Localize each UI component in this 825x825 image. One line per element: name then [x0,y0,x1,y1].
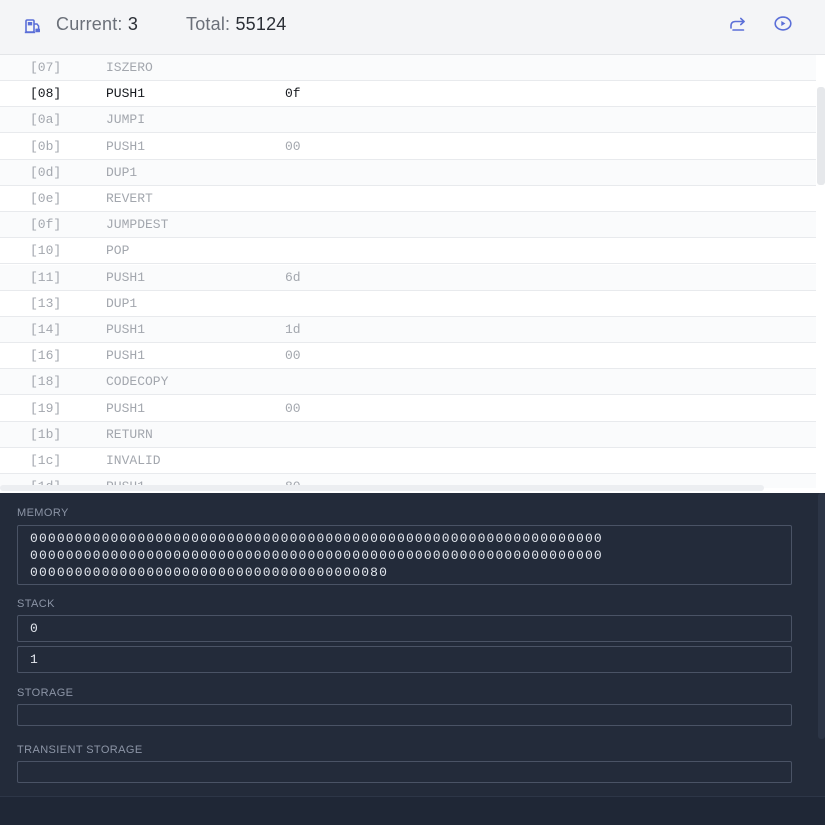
stack-item: 0 [17,615,792,642]
instruction-row[interactable]: [13] DUP1 [0,291,816,317]
panel-footer [0,796,825,825]
instruction-argument: 1d [285,322,301,337]
instruction-row[interactable]: [18] CODECOPY [0,369,816,395]
current-gas: Current: 3 [56,14,138,35]
instruction-address: [0e] [30,191,62,206]
play-circle-icon [774,16,792,31]
instruction-row[interactable]: [0b] PUSH1 00 [0,134,816,160]
instruction-address: [16] [30,348,62,363]
instruction-row[interactable]: [1c] INVALID [0,448,816,474]
total-gas-value: 55124 [235,14,287,34]
current-gas-label: Current: [56,14,123,34]
replay-button[interactable] [728,14,748,34]
instruction-row[interactable]: [0d] DUP1 [0,160,816,186]
instruction-opcode: JUMPI [106,112,146,127]
instruction-row[interactable]: [19] PUSH1 00 [0,396,816,422]
instruction-opcode: INVALID [106,453,161,468]
instruction-row[interactable]: [07] ISZERO [0,55,816,81]
transient-storage-label: TRANSIENT STORAGE [17,744,143,756]
gas-header: Current: 3 Total: 55124 [0,0,825,55]
instruction-opcode: DUP1 [106,165,138,180]
instruction-opcode: PUSH1 [106,139,146,154]
current-gas-value: 3 [127,14,139,34]
replay-icon [730,17,745,31]
storage-label: STORAGE [17,687,74,699]
instruction-row[interactable]: [08] PUSH1 0f [0,81,816,107]
instruction-address: [10] [30,243,62,258]
instruction-address: [13] [30,296,62,311]
storage-box [17,704,792,726]
memory-line: 0000000000000000000000000000000000000000… [30,531,603,546]
instruction-opcode: PUSH1 [106,401,146,416]
instruction-row[interactable]: [0a] JUMPI [0,107,816,133]
instruction-list-horizontal-scrollbar[interactable] [0,485,764,491]
instruction-opcode: POP [106,243,130,258]
instruction-address: [0d] [30,165,62,180]
instruction-argument: 6d [285,270,301,285]
instruction-row[interactable]: [0f] JUMPDEST [0,212,816,238]
instruction-address: [19] [30,401,62,416]
instruction-list-scrollbar[interactable] [817,87,825,185]
instruction-row[interactable]: [14] PUSH1 1d [0,317,816,343]
instruction-opcode: PUSH1 [106,270,146,285]
memory-box: 0000000000000000000000000000000000000000… [17,525,792,585]
instruction-address: [1c] [30,453,62,468]
run-button[interactable] [773,14,793,34]
instruction-address: [0f] [30,217,62,232]
instruction-opcode: DUP1 [106,296,138,311]
state-panel-scrollbar[interactable] [818,493,825,739]
instruction-opcode: CODECOPY [106,374,169,389]
state-panel: MEMORY 000000000000000000000000000000000… [0,493,825,825]
instruction-argument: 00 [285,401,301,416]
instruction-row[interactable]: [16] PUSH1 00 [0,343,816,369]
instruction-address: [11] [30,270,62,285]
instruction-opcode: PUSH1 [106,86,146,101]
instruction-row[interactable]: [1b] RETURN [0,422,816,448]
memory-line: 0000000000000000000000000000000000000080 [30,565,389,580]
instruction-opcode: RETURN [106,427,153,442]
instruction-argument: 00 [285,348,301,363]
instruction-opcode: REVERT [106,191,153,206]
instruction-opcode: JUMPDEST [106,217,169,232]
stack-item: 1 [17,646,792,673]
instruction-address: [18] [30,374,62,389]
instruction-argument: 00 [285,139,301,154]
gas-pump-icon [24,17,42,35]
total-gas: Total: 55124 [186,14,287,35]
instruction-address: [14] [30,322,62,337]
memory-line: 0000000000000000000000000000000000000000… [30,548,603,563]
instruction-address: [08] [30,86,62,101]
stack-label: STACK [17,598,55,610]
transient-storage-box [17,761,792,783]
instruction-row[interactable]: [10] POP [0,238,816,264]
instruction-opcode: PUSH1 [106,322,146,337]
instruction-address: [07] [30,60,62,75]
instruction-row[interactable]: [11] PUSH1 6d [0,265,816,291]
instruction-address: [0b] [30,139,62,154]
instruction-argument: 0f [285,86,301,101]
instruction-opcode: ISZERO [106,60,153,75]
instruction-address: [0a] [30,112,62,127]
memory-label: MEMORY [17,507,69,519]
total-gas-label: Total: [186,14,231,34]
instruction-row[interactable]: [0e] REVERT [0,186,816,212]
instruction-opcode: PUSH1 [106,348,146,363]
instruction-list[interactable]: [07] ISZERO [08] PUSH1 0f [0a] JUMPI [0b] PUSH1 0… [0,55,825,493]
instruction-address: [1b] [30,427,62,442]
